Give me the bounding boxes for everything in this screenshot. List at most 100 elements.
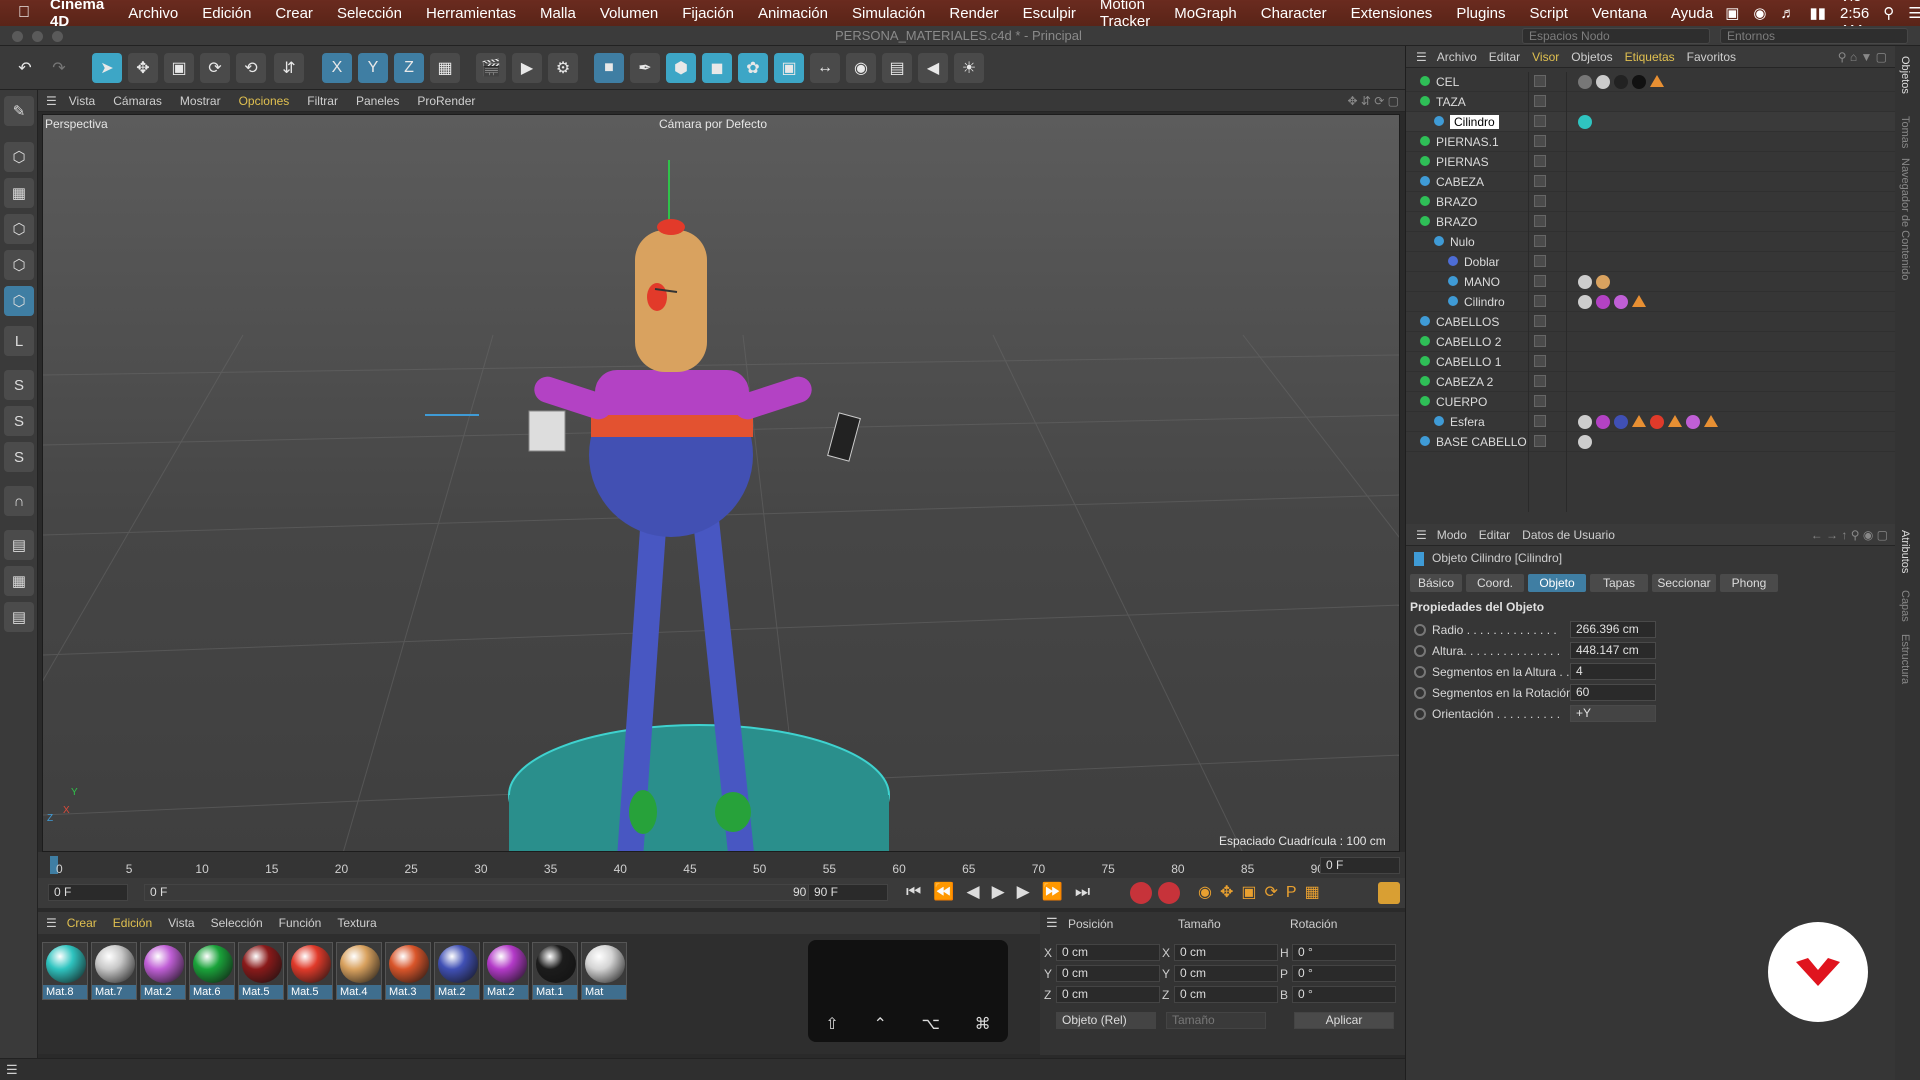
texture-mode-icon[interactable]: ▦: [4, 178, 34, 208]
property-value-field[interactable]: +Y: [1570, 705, 1656, 722]
wifi-icon[interactable]: ◉: [1753, 4, 1766, 22]
shift-key-icon[interactable]: ⇧: [825, 1014, 838, 1042]
menu-seleccion[interactable]: Selección: [337, 5, 402, 22]
next-key-icon[interactable]: ⏩: [1042, 882, 1075, 901]
display-icon[interactable]: ▣: [1725, 4, 1739, 22]
render-settings-icon[interactable]: ⚙: [548, 53, 578, 83]
object-name[interactable]: CEL: [1436, 75, 1459, 89]
mat-menu-seleccion[interactable]: Selección: [211, 916, 263, 930]
animate-radio[interactable]: [1414, 687, 1426, 699]
minimize-window-button[interactable]: [32, 31, 43, 42]
snap-settings-icon[interactable]: S: [4, 406, 34, 436]
next-frame-icon[interactable]: ▶: [1017, 882, 1042, 901]
object-row[interactable]: BASE CABELLO: [1406, 432, 1896, 452]
field-icon[interactable]: ◉: [846, 53, 876, 83]
side-tab-capas[interactable]: Capas: [1899, 590, 1911, 622]
grid-icon[interactable]: ▦: [4, 566, 34, 596]
go-end-icon[interactable]: ⏭: [1075, 882, 1102, 901]
floor-icon[interactable]: ▤: [882, 53, 912, 83]
material-swatch[interactable]: Mat.6: [189, 942, 235, 1000]
tab-objeto[interactable]: Objeto: [1528, 574, 1586, 592]
attr-menu-editar[interactable]: Editar: [1479, 528, 1510, 542]
material-tag-icon[interactable]: [1668, 415, 1682, 427]
object-row[interactable]: Cilindro: [1406, 292, 1896, 312]
material-tag-icon[interactable]: [1704, 415, 1718, 427]
object-name[interactable]: MANO: [1464, 275, 1500, 289]
material-tag-icon[interactable]: [1650, 415, 1664, 429]
menu-animacion[interactable]: Animación: [758, 5, 828, 22]
object-name[interactable]: PIERNAS: [1436, 155, 1489, 169]
key-tools[interactable]: ◉✥▣⟳P▦: [1198, 882, 1328, 902]
search-icon[interactable]: ⚲: [1883, 4, 1894, 22]
redo-icon[interactable]: ↷: [44, 53, 74, 83]
vp-menu-filtrar[interactable]: Filtrar: [307, 94, 338, 108]
material-tag-icon[interactable]: [1614, 295, 1628, 309]
camera-icon[interactable]: ◀: [918, 53, 948, 83]
visibility-toggle[interactable]: [1534, 315, 1546, 327]
y-axis-lock-icon[interactable]: Y: [358, 53, 388, 83]
object-row[interactable]: CABELLO 1: [1406, 352, 1896, 372]
visibility-toggle[interactable]: [1534, 215, 1546, 227]
material-tag-icon[interactable]: [1596, 415, 1610, 429]
material-swatch[interactable]: Mat.4: [336, 942, 382, 1000]
om-menu-objetos[interactable]: Objetos: [1571, 50, 1612, 64]
coords-menu-icon[interactable]: ☰: [1046, 915, 1058, 931]
object-row[interactable]: PIERNAS.1: [1406, 132, 1896, 152]
bend-icon[interactable]: ↔: [810, 53, 840, 83]
material-tag-icon[interactable]: [1614, 75, 1628, 89]
key-scale-icon[interactable]: ▣: [1241, 884, 1264, 901]
menu-malla[interactable]: Malla: [540, 5, 576, 22]
object-name[interactable]: BASE CABELLO: [1436, 435, 1527, 449]
object-name[interactable]: TAZA: [1436, 95, 1466, 109]
polygons-mode-icon[interactable]: ⬡: [4, 286, 34, 316]
attr-menu-modo[interactable]: Modo: [1437, 528, 1467, 542]
cloner-icon[interactable]: ✿: [738, 53, 768, 83]
recent-tools-icon[interactable]: ⟲: [236, 53, 266, 83]
menu-script[interactable]: Script: [1530, 5, 1568, 22]
side-tab-atributos[interactable]: Atributos: [1899, 530, 1911, 573]
visibility-toggle[interactable]: [1534, 135, 1546, 147]
visibility-toggle[interactable]: [1534, 275, 1546, 287]
menu-volumen[interactable]: Volumen: [600, 5, 658, 22]
material-swatch[interactable]: Mat.5: [238, 942, 284, 1000]
battery-icon[interactable]: ▮▮: [1809, 4, 1826, 22]
vp-menu-opciones[interactable]: Opciones: [239, 94, 290, 108]
vp-menu-paneles[interactable]: Paneles: [356, 94, 399, 108]
frame-end-field[interactable]: 0 F: [1320, 857, 1400, 874]
render-region-icon[interactable]: 🎬: [476, 53, 506, 83]
om-menu-archivo[interactable]: Archivo: [1437, 50, 1477, 64]
object-name[interactable]: Nulo: [1450, 235, 1475, 249]
object-row[interactable]: BRAZO: [1406, 212, 1896, 232]
animate-radio[interactable]: [1414, 708, 1426, 720]
visibility-toggle[interactable]: [1534, 395, 1546, 407]
hamburger-icon[interactable]: ☰: [46, 94, 57, 108]
undo-icon[interactable]: ↶: [10, 53, 40, 83]
object-name[interactable]: CABEZA 2: [1436, 375, 1493, 389]
size-field[interactable]: 0 cm: [1174, 986, 1278, 1003]
visibility-toggle[interactable]: [1534, 355, 1546, 367]
property-value-field[interactable]: 4: [1570, 663, 1656, 680]
menu-simulacion[interactable]: Simulación: [852, 5, 925, 22]
object-row[interactable]: PIERNAS: [1406, 152, 1896, 172]
material-tag-icon[interactable]: [1578, 75, 1592, 89]
menu-esculpir[interactable]: Esculpir: [1023, 5, 1076, 22]
model-mode-icon[interactable]: ⬡: [4, 142, 34, 172]
mat-menu-textura[interactable]: Textura: [337, 916, 376, 930]
visibility-toggle[interactable]: [1534, 235, 1546, 247]
key-param-icon[interactable]: P: [1286, 884, 1305, 901]
extrude-icon[interactable]: ◼: [702, 53, 732, 83]
menu-character[interactable]: Character: [1261, 5, 1327, 22]
coordinate-tool-icon[interactable]: ⇵: [274, 53, 304, 83]
control-key-icon[interactable]: ⌃: [873, 1014, 886, 1042]
rotation-field[interactable]: 0 °: [1292, 986, 1396, 1003]
object-row[interactable]: CABELLOS: [1406, 312, 1896, 332]
animate-radio[interactable]: [1414, 666, 1426, 678]
property-value-field[interactable]: 266.396 cm: [1570, 621, 1656, 638]
object-name[interactable]: CABEZA: [1436, 175, 1484, 189]
object-row[interactable]: MANO: [1406, 272, 1896, 292]
object-name[interactable]: PIERNAS.1: [1436, 135, 1499, 149]
menu-list-icon[interactable]: ☰: [1908, 4, 1920, 22]
material-tag-icon[interactable]: [1578, 115, 1592, 129]
play-icon[interactable]: ▶: [992, 882, 1017, 901]
visibility-toggle[interactable]: [1534, 435, 1546, 447]
